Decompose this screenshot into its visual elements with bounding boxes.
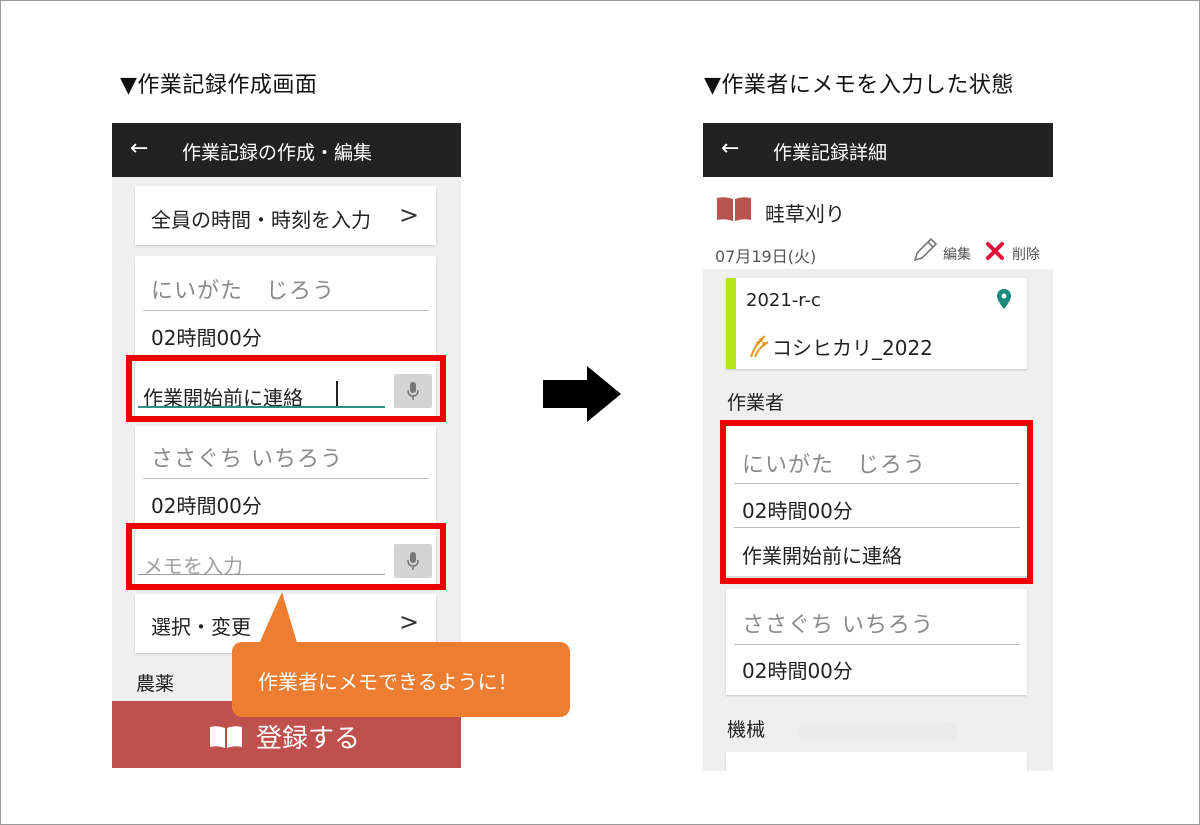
- blur-placeholder: [798, 721, 958, 741]
- worker-duration[interactable]: 02時間00分: [151, 490, 262, 519]
- bulk-time-label: 全員の時間・時刻を入力: [151, 208, 371, 232]
- worker-detail-card: ささぐち いちろう 02時間00分: [726, 589, 1027, 695]
- callout-text: 作業者にメモできるように！: [258, 670, 518, 694]
- pencil-icon[interactable]: [912, 237, 938, 263]
- delete-label[interactable]: 削除: [1012, 244, 1040, 264]
- highlight-box: [126, 355, 446, 422]
- screen-title: 作業記録の作成・編集: [182, 142, 373, 164]
- record-date: 07月19日(火): [715, 247, 817, 266]
- bulk-time-row[interactable]: 全員の時間・時刻を入力 >: [135, 186, 436, 245]
- register-button-label: 登録する: [256, 724, 361, 754]
- right-arrow-icon: [543, 366, 621, 422]
- edit-label[interactable]: 編集: [943, 244, 971, 264]
- chevron-right-icon: >: [399, 201, 420, 229]
- rice-plant-icon: [750, 335, 769, 358]
- back-arrow-icon[interactable]: ←: [130, 136, 148, 161]
- divider: [143, 310, 429, 311]
- field-color-bar: [726, 278, 736, 369]
- left-section-title: ▼作業記録作成画面: [120, 73, 318, 98]
- highlight-box: [126, 523, 446, 590]
- crop-name: コシヒカリ_2022: [772, 336, 933, 360]
- worker-name: にいがた じろう: [151, 279, 336, 304]
- app-bar: ← 作業記録の作成・編集: [112, 123, 461, 177]
- delete-x-icon[interactable]: [985, 241, 1005, 261]
- book-icon: [717, 197, 751, 221]
- pesticide-heading: 農薬: [136, 673, 175, 695]
- worker-duration: 02時間00分: [742, 659, 853, 683]
- callout-bubble: 作業者にメモできるように！: [232, 642, 570, 717]
- machines-heading: 機械: [727, 719, 766, 741]
- worker-duration[interactable]: 02時間00分: [151, 322, 262, 351]
- highlight-box: [720, 420, 1033, 584]
- divider: [734, 644, 1020, 645]
- worker-name: ささぐち いちろう: [742, 613, 934, 638]
- screen-title: 作業記録詳細: [773, 142, 888, 164]
- book-icon: [210, 726, 242, 748]
- chevron-right-icon: >: [399, 608, 420, 636]
- field-card[interactable]: 2021-r-c コシヒカリ_2022: [726, 278, 1027, 369]
- divider: [143, 478, 429, 479]
- worker-name: ささぐち いちろう: [151, 447, 343, 472]
- right-section-title: ▼作業者にメモを入力した状態: [704, 73, 1014, 98]
- record-header: 畦草刈り 07月19日(火) 編集 削除: [703, 177, 1053, 269]
- app-bar: ← 作業記録詳細: [703, 123, 1053, 177]
- location-pin-icon[interactable]: [997, 289, 1011, 309]
- select-change-label: 選択・変更: [151, 615, 251, 639]
- task-name: 畦草刈り: [765, 202, 845, 226]
- field-name: 2021-r-c: [746, 290, 821, 311]
- workers-heading: 作業者: [727, 392, 785, 414]
- back-arrow-icon[interactable]: ←: [721, 136, 739, 161]
- machine-card: [726, 752, 1027, 771]
